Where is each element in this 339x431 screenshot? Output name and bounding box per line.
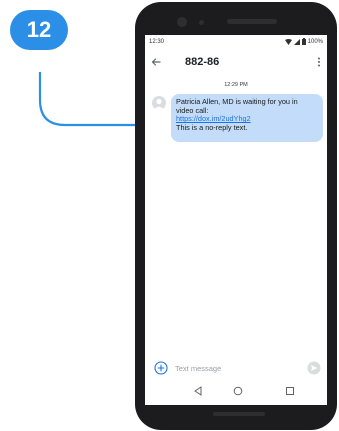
speaker-grille — [227, 19, 277, 24]
message-bubble: Patricia Allen, MD is waiting for you in… — [171, 94, 323, 142]
wifi-icon — [284, 38, 292, 45]
arrow-left-icon[interactable] — [151, 57, 161, 67]
plus-circle-icon[interactable] — [154, 361, 168, 375]
front-camera — [177, 17, 187, 27]
battery-level: 100% — [307, 38, 323, 45]
compose-bar — [145, 358, 327, 378]
nav-back-icon[interactable] — [193, 386, 203, 396]
battery-icon — [301, 38, 306, 45]
more-vert-icon[interactable] — [317, 57, 321, 67]
status-indicators: 100% — [284, 38, 323, 45]
text-message-input[interactable] — [175, 361, 285, 375]
status-time: 12:30 — [149, 39, 165, 45]
conversation-title: 882-86 — [185, 56, 220, 68]
nav-recent-apps-icon[interactable] — [285, 386, 295, 396]
phone-screen: 12:30 100% 882-86 12:29 PM Patricia Alle… — [145, 35, 327, 405]
message-footer: This is a no-reply text. — [176, 122, 248, 132]
send-icon[interactable] — [307, 361, 321, 375]
person-icon — [153, 98, 165, 110]
sensor — [199, 20, 204, 25]
contact-avatar — [152, 96, 166, 110]
status-bar: 12:30 100% — [145, 35, 327, 49]
nav-home-icon[interactable] — [233, 386, 243, 396]
app-bar: 882-86 — [145, 49, 327, 77]
bottom-speaker — [213, 412, 265, 416]
phone-frame: 12:30 100% 882-86 12:29 PM Patricia Alle… — [135, 2, 337, 430]
navigation-bar — [145, 378, 327, 405]
signal-icon — [293, 38, 300, 45]
message-timestamp: 12:29 PM — [224, 82, 248, 88]
